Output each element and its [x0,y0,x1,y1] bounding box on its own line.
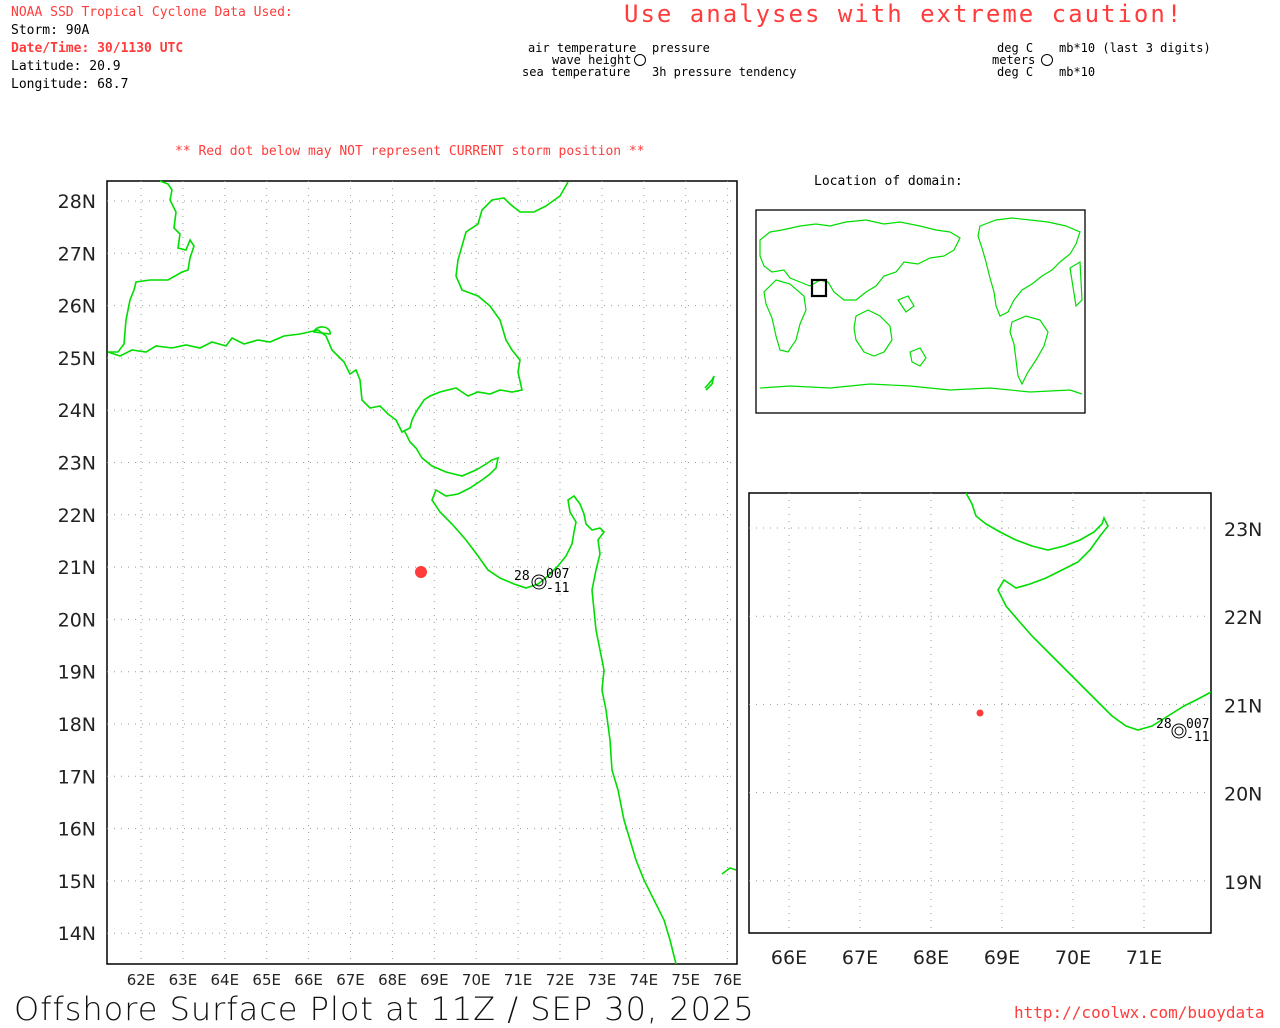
main-map-station-marker[interactable] [531,574,547,590]
inset-lat-tick-label: 21N [1224,695,1262,717]
inset-map-lon-labels: 66E 67E 68E 69E 70E 71E [771,947,1162,969]
main-lon-tick-label: 62E [127,971,156,989]
main-lon-tick-label: 65E [252,971,281,989]
main-lat-tick-label: 19N [58,662,96,684]
inset-station-air-temp: 28 [1156,717,1172,732]
main-lat-tick-label: 18N [58,714,96,736]
main-lat-tick-label: 26N [58,296,96,318]
main-lon-tick-label: 69E [420,971,449,989]
main-lon-tick-label: 76E [713,971,742,989]
inset-storm-dot[interactable] [976,709,984,717]
inset-lon-tick-label: 66E [771,947,807,969]
main-lon-tick-label: 70E [462,971,491,989]
main-lat-tick-label: 21N [58,557,96,579]
main-lon-tick-label: 68E [378,971,407,989]
main-station-air-temp: 28 [514,569,530,584]
plot-title: Offshore Surface Plot at 11Z / SEP 30, 2… [14,990,755,1028]
main-lat-tick-label: 28N [58,191,96,213]
main-lat-tick-label: 15N [58,871,96,893]
inset-lon-tick-label: 69E [984,947,1020,969]
main-lat-tick-label: 23N [58,453,96,475]
world-map-coastlines [759,217,1083,395]
inset-lat-tick-label: 19N [1224,872,1262,894]
main-lat-tick-label: 22N [58,505,96,527]
main-map-lon-labels: 62E 63E 64E 65E 66E 67E 68E 69E 70E 71E 72E 73E 74E 7… [127,971,742,989]
main-lon-tick-label: 74E [630,971,659,989]
inset-map-coastline [965,492,1212,731]
main-map: 28N 27N 26N 25N 24N 23N 22N 21N 20N 19N 18N 17N 16N 1… [58,180,742,989]
main-lat-tick-label: 24N [58,400,96,422]
main-lon-tick-label: 63E [169,971,198,989]
inset-lon-tick-label: 67E [842,947,878,969]
main-lon-tick-label: 64E [211,971,240,989]
inset-lat-tick-label: 23N [1224,519,1262,541]
domain-highlight-box [810,278,828,298]
main-lon-tick-label: 73E [588,971,617,989]
world-locator-map [755,209,1086,414]
main-lon-tick-label: 71E [504,971,533,989]
main-lat-tick-label: 14N [58,923,96,945]
inset-map-lat-labels: 23N 22N 21N 20N 19N [1224,519,1262,894]
main-lat-tick-label: 16N [58,819,96,841]
main-lon-tick-label: 72E [546,971,575,989]
storm-position-dot[interactable] [415,566,427,578]
inset-lat-tick-label: 22N [1224,607,1262,629]
main-station-tendency: -11 [546,581,569,596]
map-canvas: 28N 27N 26N 25N 24N 23N 22N 21N 20N 19N 18N 17N 16N 1… [58,180,1262,989]
main-lat-tick-label: 25N [58,348,96,370]
main-station-pressure: 007 [546,567,569,582]
inset-station-tendency: -11 [1186,730,1209,745]
inset-map: 23N22N21N20N19N 66E 67E 68E 69E 70E 71E 28 00… [748,492,1262,969]
inset-lat-tick-label: 20N [1224,784,1262,806]
main-lat-tick-label: 27N [58,243,96,265]
main-lat-tick-label: 17N [58,766,96,788]
main-lon-tick-label: 75E [671,971,700,989]
inset-lon-tick-label: 68E [913,947,949,969]
source-url-link[interactable]: http://coolwx.com/buoydata [1014,1003,1264,1022]
inset-lon-tick-label: 71E [1126,947,1162,969]
inset-lon-tick-label: 70E [1055,947,1091,969]
main-lon-tick-label: 66E [294,971,323,989]
main-map-lat-labels: 28N 27N 26N 25N 24N 23N 22N 21N 20N 19N 18N 17N 16N 1… [58,191,96,945]
main-lat-tick-label: 20N [58,609,96,631]
inset-map-station-marker[interactable] [1171,723,1187,739]
main-lon-tick-label: 67E [336,971,365,989]
